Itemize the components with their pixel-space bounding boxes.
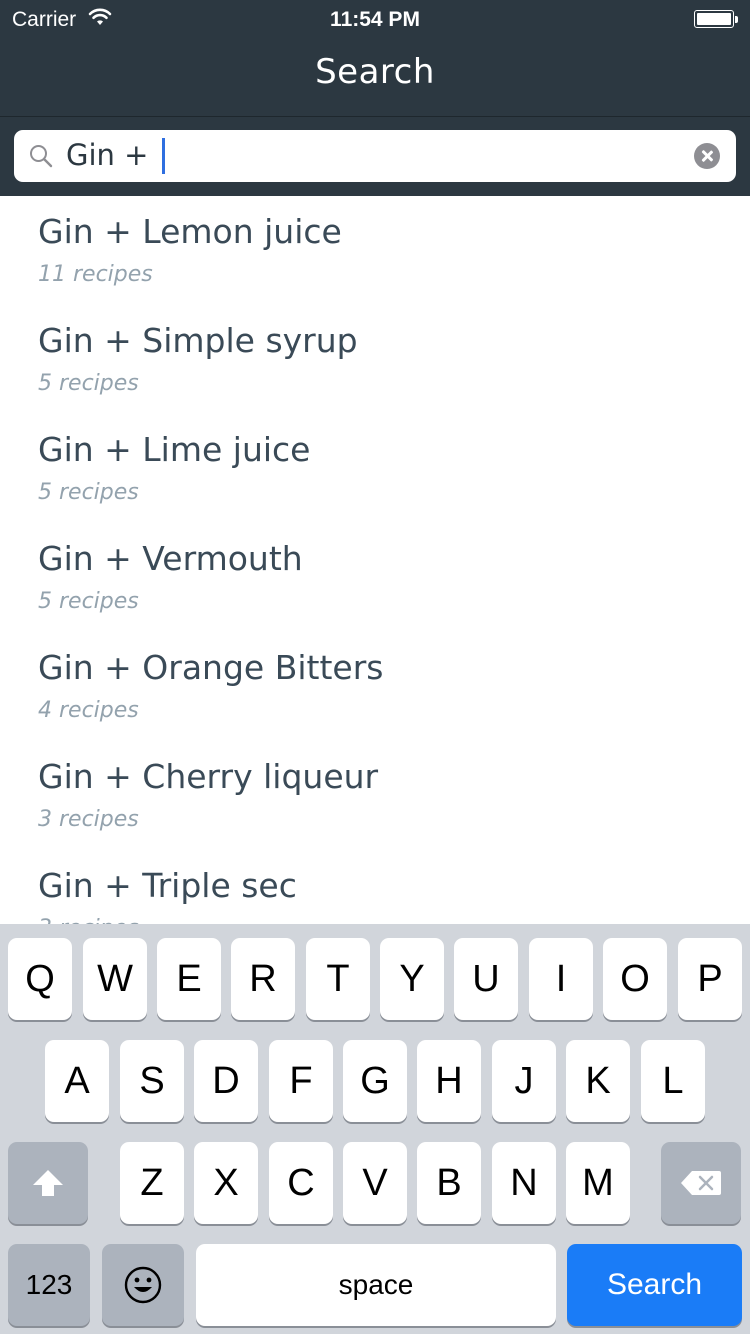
result-count: 5 recipes xyxy=(38,480,139,505)
search-button[interactable]: Search xyxy=(567,1244,742,1326)
search-icon xyxy=(30,145,53,168)
result-count: 4 recipes xyxy=(38,698,139,723)
nav-divider xyxy=(0,116,750,117)
backspace-icon xyxy=(681,1171,721,1195)
battery-icon xyxy=(694,10,738,28)
result-count: 3 recipes xyxy=(38,916,139,924)
space-key[interactable]: space xyxy=(196,1244,556,1326)
result-title: Gin + Triple sec xyxy=(38,866,297,905)
search-bar[interactable]: Gin + xyxy=(14,130,736,182)
backspace-key[interactable] xyxy=(661,1142,741,1224)
shift-key[interactable] xyxy=(8,1142,88,1224)
key-v[interactable]: V xyxy=(343,1142,407,1224)
list-item[interactable]: Gin + Orange Bitters 4 recipes xyxy=(0,632,750,741)
result-title: Gin + Lime juice xyxy=(38,430,311,469)
key-n[interactable]: N xyxy=(492,1142,556,1224)
key-i[interactable]: I xyxy=(529,938,593,1020)
key-a[interactable]: A xyxy=(45,1040,109,1122)
shift-icon xyxy=(33,1170,63,1196)
key-u[interactable]: U xyxy=(454,938,518,1020)
result-count: 3 recipes xyxy=(38,807,139,832)
key-z[interactable]: Z xyxy=(120,1142,184,1224)
list-item[interactable]: Gin + Simple syrup 5 recipes xyxy=(0,305,750,414)
list-item[interactable]: Gin + Lime juice 5 recipes xyxy=(0,414,750,523)
key-q[interactable]: Q xyxy=(8,938,72,1020)
result-count: 5 recipes xyxy=(38,371,139,396)
numbers-key[interactable]: 123 xyxy=(8,1244,90,1326)
list-item[interactable]: Gin + Lemon juice 11 recipes xyxy=(0,196,750,305)
key-e[interactable]: E xyxy=(157,938,221,1020)
keyboard: Q W E R T Y U I O P A S D F G H J K L Z … xyxy=(0,924,750,1334)
result-count: 5 recipes xyxy=(38,589,139,614)
result-title: Gin + Orange Bitters xyxy=(38,648,384,687)
emoji-key[interactable] xyxy=(102,1244,184,1326)
list-item[interactable]: Gin + Triple sec 3 recipes xyxy=(0,850,750,924)
result-count: 11 recipes xyxy=(38,262,153,287)
key-x[interactable]: X xyxy=(194,1142,258,1224)
key-r[interactable]: R xyxy=(231,938,295,1020)
header: Carrier 11:54 PM Search Gin + xyxy=(0,0,750,196)
key-d[interactable]: D xyxy=(194,1040,258,1122)
key-w[interactable]: W xyxy=(83,938,147,1020)
key-s[interactable]: S xyxy=(120,1040,184,1122)
result-title: Gin + Cherry liqueur xyxy=(38,757,379,796)
list-item[interactable]: Gin + Vermouth 5 recipes xyxy=(0,523,750,632)
status-time: 11:54 PM xyxy=(330,8,420,31)
key-o[interactable]: O xyxy=(603,938,667,1020)
result-title: Gin + Lemon juice xyxy=(38,212,342,251)
key-g[interactable]: G xyxy=(343,1040,407,1122)
status-bar: Carrier 11:54 PM xyxy=(0,0,750,40)
key-t[interactable]: T xyxy=(306,938,370,1020)
list-item[interactable]: Gin + Cherry liqueur 3 recipes xyxy=(0,741,750,850)
key-m[interactable]: M xyxy=(566,1142,630,1224)
text-cursor xyxy=(162,138,165,174)
result-title: Gin + Vermouth xyxy=(38,539,303,578)
key-l[interactable]: L xyxy=(641,1040,705,1122)
key-c[interactable]: C xyxy=(269,1142,333,1224)
result-title: Gin + Simple syrup xyxy=(38,321,358,360)
emoji-icon xyxy=(124,1266,162,1304)
key-f[interactable]: F xyxy=(269,1040,333,1122)
key-h[interactable]: H xyxy=(417,1040,481,1122)
results-list: Gin + Lemon juice 11 recipes Gin + Simpl… xyxy=(0,196,750,924)
search-screen: Carrier 11:54 PM Search Gin + Gin + Lemo… xyxy=(0,0,750,1334)
key-y[interactable]: Y xyxy=(380,938,444,1020)
page-title: Search xyxy=(315,52,435,92)
search-input[interactable]: Gin + xyxy=(66,138,158,172)
key-p[interactable]: P xyxy=(678,938,742,1020)
clear-icon[interactable] xyxy=(694,143,720,169)
key-j[interactable]: J xyxy=(492,1040,556,1122)
key-k[interactable]: K xyxy=(566,1040,630,1122)
key-b[interactable]: B xyxy=(417,1142,481,1224)
